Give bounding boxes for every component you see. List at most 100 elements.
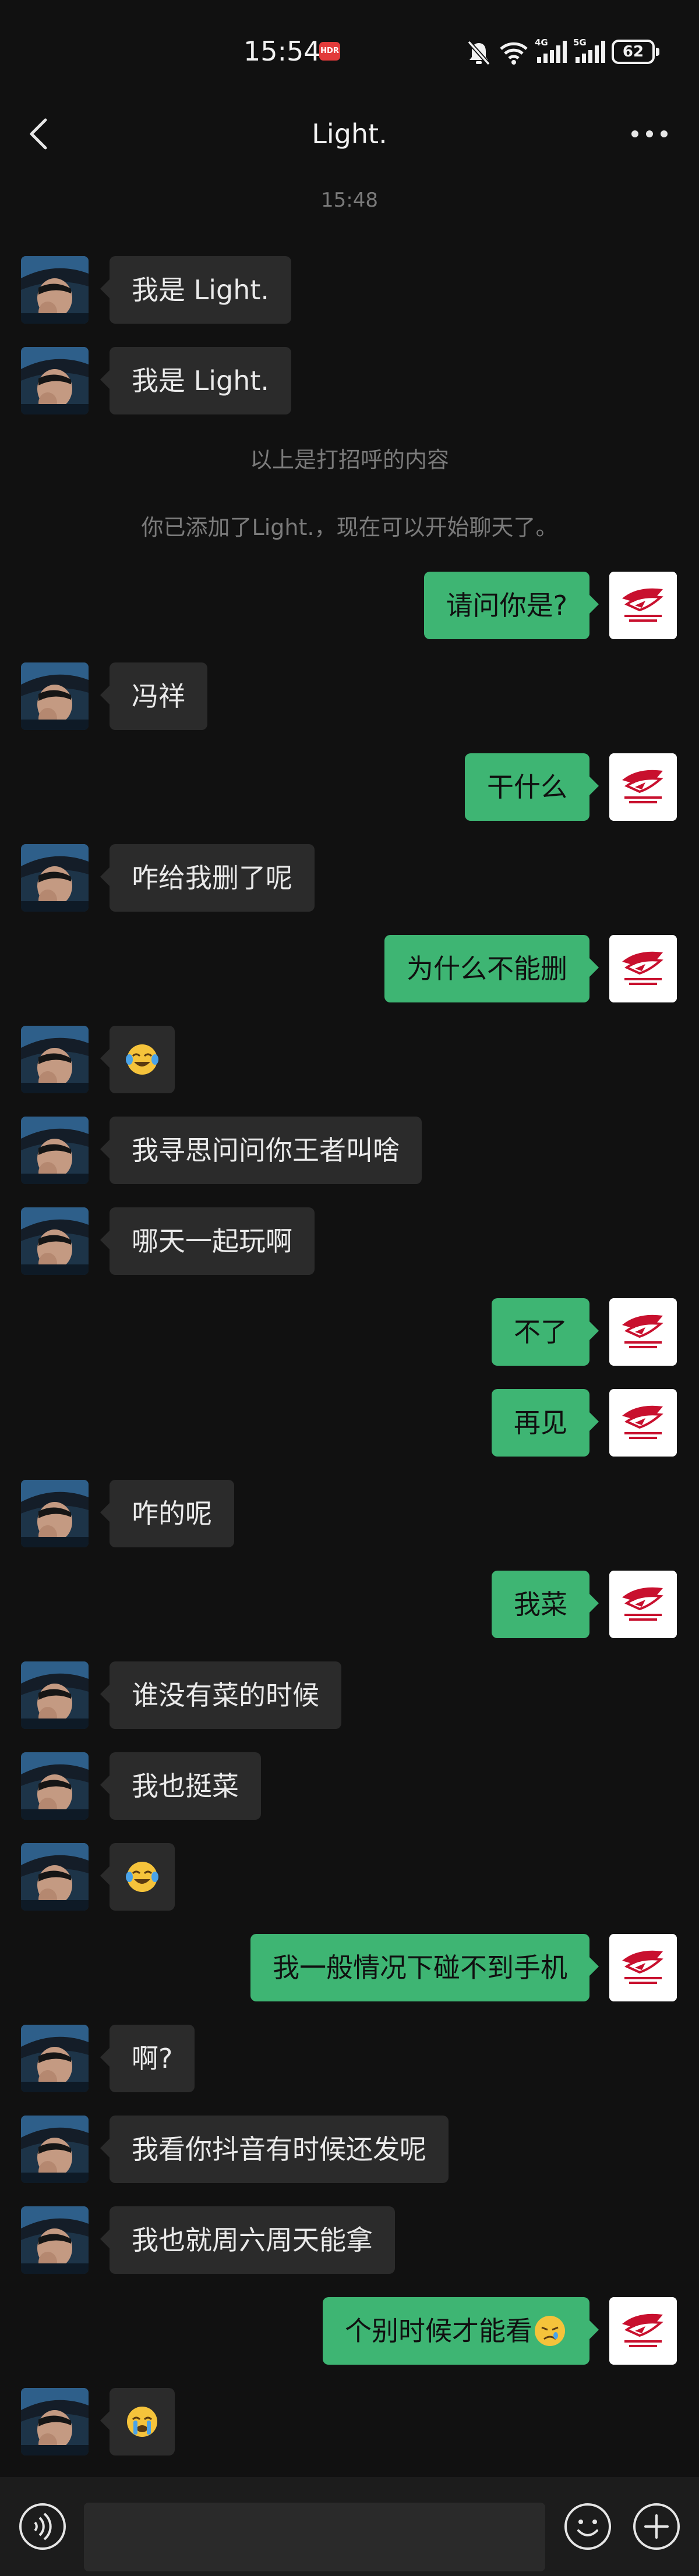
contact-avatar[interactable] (21, 662, 89, 730)
rog-logo-avatar (609, 753, 677, 821)
my-avatar[interactable] (609, 753, 677, 821)
message-bubble[interactable]: 我是 Light. (100, 256, 292, 324)
rog-logo-avatar (609, 1571, 677, 1638)
rog-logo-avatar (609, 572, 677, 639)
wifi-icon (500, 42, 528, 65)
message-text: 我寻思问问你王者叫啥 (132, 1135, 400, 1166)
contact-avatar[interactable] (21, 1026, 89, 1093)
contact-avatar[interactable] (21, 2206, 89, 2274)
more-dots-icon (631, 130, 668, 137)
contact-avatar[interactable] (21, 2116, 89, 2183)
contact-avatar-image (21, 1117, 89, 1184)
contact-avatar-image (21, 1661, 89, 1729)
contact-avatar-image (21, 256, 89, 324)
status-bar: 15:54 HDR 4G 5G 62 (0, 0, 699, 99)
contact-avatar-image (21, 2206, 89, 2274)
contact-avatar-image (21, 662, 89, 730)
contact-avatar[interactable] (21, 1480, 89, 1547)
message-bubble[interactable] (100, 1026, 175, 1093)
contact-avatar[interactable] (21, 2025, 89, 2092)
chat-header: Light. (0, 99, 699, 169)
network-4g-label: 4G (535, 37, 548, 48)
contact-avatar-image (21, 1026, 89, 1093)
contact-avatar[interactable] (21, 1207, 89, 1275)
voice-input-button[interactable] (17, 2501, 68, 2552)
my-avatar[interactable] (609, 1571, 677, 1638)
hd-badge: HDR (319, 42, 340, 61)
message-bubble[interactable] (100, 1843, 175, 1911)
message-text: 咋的呢 (132, 1498, 212, 1529)
message-bubble[interactable]: 我看你抖音有时候还发呢 (100, 2116, 449, 2183)
contact-avatar[interactable] (21, 1661, 89, 1729)
message-text: 不了 (514, 1316, 567, 1348)
message-bubble[interactable]: 我是 Light. (100, 347, 292, 414)
message-bubble[interactable]: 个别时候才能看 (323, 2297, 599, 2365)
message-bubble[interactable]: 哪天一起玩啊 (100, 1207, 315, 1275)
network-5g-label: 5G (573, 37, 587, 48)
contact-avatar-image (21, 2025, 89, 2092)
message-text: 谁没有菜的时候 (132, 1679, 319, 1711)
chat-title: Light. (312, 118, 387, 150)
contact-avatar[interactable] (21, 1117, 89, 1184)
my-avatar[interactable] (609, 1934, 677, 2001)
message-bubble[interactable]: 谁没有菜的时候 (100, 1661, 341, 1729)
my-avatar[interactable] (609, 935, 677, 1002)
contact-avatar[interactable] (21, 1752, 89, 1820)
contact-avatar[interactable] (21, 2388, 89, 2455)
more-actions-button[interactable] (631, 2501, 682, 2552)
rog-logo-avatar (609, 1934, 677, 2001)
voice-icon (19, 2503, 66, 2550)
contact-avatar[interactable] (21, 844, 89, 912)
message-text: 为什么不能删 (407, 953, 567, 984)
contact-avatar-image (21, 1752, 89, 1820)
emoji-button[interactable] (563, 2501, 613, 2552)
my-avatar[interactable] (609, 1298, 677, 1366)
contact-avatar[interactable] (21, 347, 89, 414)
message-bubble[interactable]: 为什么不能删 (384, 935, 599, 1002)
crying-face-emoji-icon (127, 2406, 157, 2437)
signal-5g-icon: 5G (573, 37, 605, 63)
back-button[interactable] (23, 112, 58, 156)
message-bubble[interactable]: 啊? (100, 2025, 195, 2092)
contact-avatar[interactable] (21, 256, 89, 324)
message-text: 我是 Light. (132, 365, 270, 396)
rog-logo-avatar (609, 1298, 677, 1366)
message-bubble[interactable]: 干什么 (465, 753, 599, 821)
my-avatar[interactable] (609, 2297, 677, 2365)
message-bubble[interactable]: 我菜 (492, 1571, 599, 1638)
message-bubble[interactable]: 我寻思问问你王者叫啥 (100, 1117, 422, 1184)
message-bubble[interactable]: 咋的呢 (100, 1480, 234, 1547)
message-bubble[interactable]: 咋给我删了呢 (100, 844, 315, 912)
my-avatar[interactable] (609, 572, 677, 639)
laugh-cry-emoji-icon (126, 1044, 158, 1075)
contact-avatar[interactable] (21, 1843, 89, 1911)
message-bubble[interactable]: 冯祥 (100, 662, 207, 730)
message-text: 啊? (132, 2043, 173, 2074)
message-bubble[interactable] (100, 2388, 175, 2455)
message-text: 再见 (514, 1407, 567, 1438)
laugh-cry-emoji-icon (126, 1861, 158, 1892)
message-bubble[interactable]: 我也挺菜 (100, 1752, 261, 1820)
system-note: 以上是打招呼的内容 (249, 447, 449, 473)
contact-avatar-image (21, 1843, 89, 1911)
contact-avatar-image (21, 347, 89, 414)
message-bubble[interactable]: 请问你是? (423, 572, 599, 639)
message-bubble[interactable]: 我一般情况下碰不到手机 (250, 1934, 599, 2001)
chevron-left-icon (30, 118, 47, 150)
mute-bell-icon (467, 40, 490, 66)
message-bubble[interactable]: 我也就周六周天能拿 (100, 2206, 395, 2274)
my-avatar[interactable] (609, 1389, 677, 1457)
more-options-button[interactable] (623, 116, 676, 151)
message-bubble[interactable]: 再见 (492, 1389, 599, 1457)
message-text: 请问你是? (446, 590, 567, 621)
message-bubble[interactable]: 不了 (492, 1298, 599, 1366)
contact-avatar-image (21, 844, 89, 912)
message-text: 咋给我删了呢 (132, 862, 292, 894)
rog-logo-avatar (609, 2297, 677, 2365)
message-input[interactable] (84, 2503, 545, 2571)
message-text: 我一般情况下碰不到手机 (273, 1952, 567, 1983)
message-text: 我也挺菜 (132, 1770, 239, 1802)
contact-avatar-image (21, 1480, 89, 1547)
timestamp-divider: 15:48 (321, 189, 378, 212)
message-text: 个别时候才能看 (345, 2315, 532, 2347)
